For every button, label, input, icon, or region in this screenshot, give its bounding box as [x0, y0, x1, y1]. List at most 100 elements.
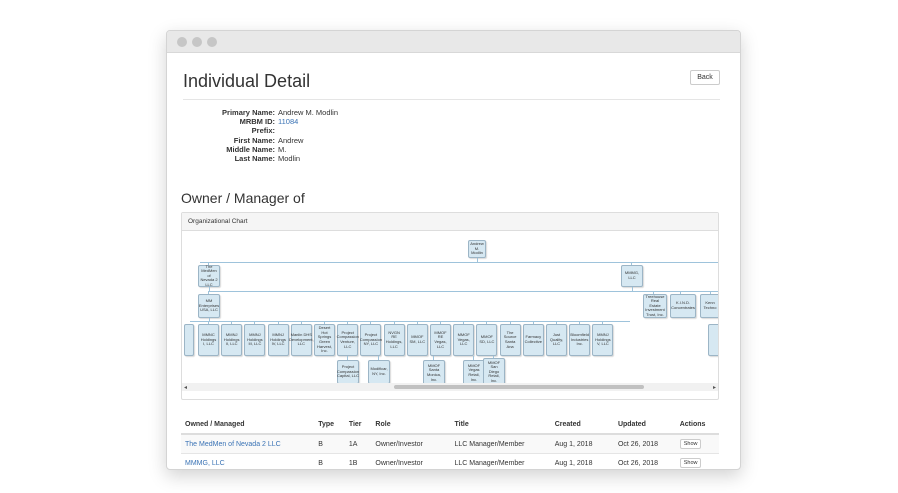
show-button[interactable]: Show — [679, 458, 702, 468]
org-node[interactable]: Project Compassion NY, LLC — [360, 324, 382, 356]
column-header[interactable]: Type — [314, 416, 345, 435]
org-node[interactable]: Treehouse Real Estate Investment Trust, … — [643, 294, 667, 318]
scroll-right-icon[interactable]: ▸ — [713, 384, 716, 391]
table-cell-role: Owner/Investor — [371, 433, 451, 454]
scroll-left-icon[interactable]: ◂ — [184, 384, 187, 391]
table-header-row: Owned / Managed Type Tier Role Title Created U… — [181, 416, 719, 435]
info-row: Primary Name: Andrew M. Modlin — [183, 108, 338, 117]
org-node[interactable]: The MedMen of Nevada 2 LLC — [198, 264, 220, 287]
org-node[interactable]: MMNJ Holdings II, LLC — [221, 324, 243, 356]
org-node-partial[interactable] — [184, 324, 194, 356]
org-node[interactable]: NVGN RE Holdings, LLC — [383, 324, 405, 356]
org-node[interactable]: Desert Hot Springs Green Harvest, Inc. — [314, 324, 335, 356]
table-cell-type: B — [314, 453, 345, 469]
table-cell-tier: 1B — [344, 453, 372, 469]
page-content: Individual Detail Back Primary Name: Andr… — [167, 53, 740, 469]
org-node[interactable]: MMMG, LLC — [621, 265, 643, 287]
window-titlebar — [167, 31, 740, 53]
table-cell-name: The MedMen of Nevada 2 LLC — [181, 433, 315, 454]
table-cell-created: Aug 1, 2018 — [550, 433, 614, 454]
info-label: Prefix: — [251, 126, 275, 136]
org-node[interactable]: MMOF RE Vegas, LLC — [430, 324, 451, 356]
org-node[interactable]: MMNJ Holdings V, LLC — [592, 324, 614, 356]
org-node[interactable]: K.I.N.D. Concentrates — [670, 294, 696, 318]
info-row: Last Name: Modlin — [183, 154, 338, 163]
info-value: Andrew M. Modlin — [278, 108, 339, 117]
column-header[interactable]: Title — [450, 416, 551, 435]
page-title: Individual Detail — [183, 71, 311, 91]
info-label: Last Name: — [234, 154, 275, 164]
table-cell-created: Aug 1, 2018 — [550, 453, 614, 469]
org-node[interactable]: Kenn Techno — [700, 294, 718, 318]
table-cell-type: B — [314, 433, 345, 454]
mrbm-id-link[interactable]: 11084 — [278, 117, 298, 126]
table-cell-action: Show — [675, 453, 719, 469]
info-row: Prefix: — [183, 126, 338, 135]
org-node[interactable]: Farmacy Collective — [522, 324, 544, 356]
org-node[interactable]: MMOF San Diego Retail, Inc. — [483, 358, 505, 386]
back-button[interactable]: Back — [690, 70, 720, 85]
info-label: Middle Name: — [226, 144, 275, 154]
table-body: The MedMen of Nevada 2 LLC B 1A Owner/Inves… — [181, 433, 719, 469]
panel-title: Organizational Chart — [182, 213, 718, 231]
chart-connector — [200, 262, 718, 263]
org-node[interactable]: Modificar, NY, Inc. — [368, 360, 390, 384]
entity-link[interactable]: MMMG, LLC — [185, 460, 225, 467]
info-value: Andrew — [278, 135, 304, 145]
column-header[interactable]: Actions — [675, 416, 719, 435]
column-header[interactable]: Role — [371, 416, 451, 435]
org-node[interactable]: Just Quality, LLC — [546, 324, 567, 356]
org-chart[interactable]: Andrew M. Modlin The MedMen of Nevada 2 L… — [182, 232, 718, 392]
info-label: Primary Name: — [222, 108, 275, 117]
table-cell-name: MMMG, LLC — [181, 453, 315, 469]
individual-info: Primary Name: Andrew M. Modlin MRBM ID: 110… — [183, 108, 338, 163]
window-dot-icon[interactable] — [177, 37, 187, 47]
table-row: The MedMen of Nevada 2 LLC B 1A Owner/Inves… — [181, 433, 719, 454]
org-node-partial[interactable] — [708, 324, 718, 356]
table-cell-updated: Oct 26, 2018 — [613, 453, 676, 469]
org-node[interactable]: Project Compassion Venture, LLC — [337, 324, 359, 356]
window-dot-icon[interactable] — [207, 37, 217, 47]
info-label: MRBM ID: — [239, 117, 275, 127]
section-title: Owner / Manager of — [181, 190, 305, 206]
info-row: MRBM ID: 11084 — [183, 117, 338, 126]
info-value: M. — [278, 144, 287, 154]
table-row: MMMG, LLC B 1B Owner/Investor LLC Manager/Me… — [181, 453, 719, 469]
org-node[interactable]: Manlin DHS Development, LLC — [289, 324, 314, 356]
window-dot-icon[interactable] — [192, 37, 202, 47]
table-cell-action: Show — [675, 433, 719, 454]
org-node[interactable]: MMOF SM, LLC — [406, 324, 428, 356]
column-header[interactable]: Owned / Managed — [181, 416, 315, 435]
column-header[interactable]: Tier — [344, 416, 372, 435]
org-node[interactable]: MMOF SD, LLC — [476, 324, 498, 356]
org-node[interactable]: The Source Santa Ana — [499, 324, 521, 356]
scrollbar-thumb[interactable] — [394, 385, 644, 389]
chart-connector — [190, 321, 630, 322]
org-node[interactable]: MMOF Vegas, LLC — [453, 324, 475, 356]
org-node[interactable]: Andrew M. Modlin — [468, 240, 486, 258]
entity-link[interactable]: The MedMen of Nevada 2 LLC — [185, 441, 281, 448]
info-row: First Name: Andrew — [183, 136, 338, 145]
table-cell-tier: 1A — [344, 433, 372, 454]
org-chart-panel: Organizational Chart Andrew M. Modlin The… — [181, 212, 719, 400]
org-node[interactable]: MMNJ Holdings IV, LLC — [267, 324, 289, 356]
browser-window: Individual Detail Back Primary Name: Andr… — [166, 30, 741, 470]
org-node[interactable]: MMNC Holdings I, LLC — [198, 324, 219, 356]
show-button[interactable]: Show — [679, 439, 702, 449]
org-node[interactable]: Project Compassion Capital, LLC — [337, 360, 359, 384]
chart-connector — [209, 291, 718, 292]
column-header[interactable]: Updated — [613, 416, 676, 435]
org-node[interactable]: Bloomfield Industries Inc. — [569, 324, 591, 356]
org-node[interactable]: MMNJ Holdings III, LLC — [244, 324, 266, 356]
info-label: First Name: — [233, 135, 275, 145]
table-cell-updated: Oct 26, 2018 — [613, 433, 676, 454]
column-header[interactable]: Created — [550, 416, 614, 435]
owned-managed-table: Owned / Managed Type Tier Role Title Created U… — [181, 416, 719, 469]
table-cell-role: Owner/Investor — [371, 453, 451, 469]
info-value: Modlin — [278, 154, 301, 164]
table-cell-title: LLC Manager/Member — [450, 433, 551, 454]
table-cell-title: LLC Manager/Member — [450, 453, 551, 469]
chart-scrollbar[interactable]: ◂ ▸ — [182, 383, 718, 391]
info-row: Middle Name: M. — [183, 145, 338, 154]
org-node[interactable]: MM Enterprises USA, LLC — [198, 294, 220, 318]
